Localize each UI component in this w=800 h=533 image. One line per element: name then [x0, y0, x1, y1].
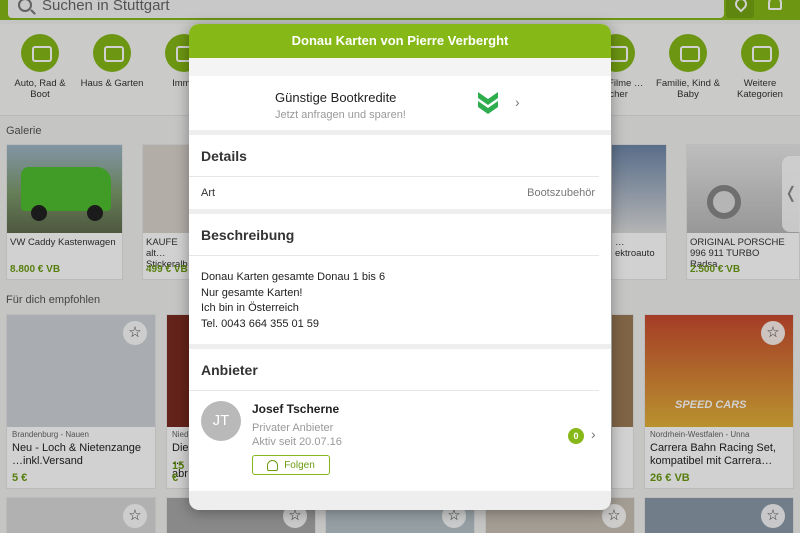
details-value: Bootszubehör [527, 187, 595, 199]
description-line: Nur gesamte Karten! [201, 286, 303, 299]
chevron-right-icon[interactable]: › [591, 426, 596, 442]
ad-count-badge: 0 [568, 428, 584, 444]
avatar: JT [201, 401, 241, 441]
description-text: Donau Karten gesamte Donau 1 bis 6 Nur g… [189, 256, 611, 344]
description-line: Donau Karten gesamte Donau 1 bis 6 [201, 271, 386, 283]
promo-subtitle: Jetzt anfragen und sparen! [275, 109, 406, 121]
details-heading: Details [189, 135, 599, 177]
description-section: Beschreibung Donau Karten gesamte Donau … [189, 214, 611, 344]
details-row: Art Bootszubehör [189, 177, 611, 209]
promo-title: Günstige Bootkredite [275, 90, 397, 105]
promo-banner[interactable]: Günstige Bootkredite Jetzt anfragen und … [189, 76, 611, 130]
details-label: Art [201, 187, 216, 199]
description-heading: Beschreibung [189, 214, 599, 256]
details-section: Details Art Bootszubehör [189, 135, 611, 209]
description-line: Tel. 0043 664 355 01 59 [201, 317, 320, 330]
seller-name: Josef Tscherne [252, 402, 340, 416]
seller-section: Anbieter JT Josef Tscherne Privater Anbi… [189, 349, 611, 491]
seller-type: Privater Anbieter [252, 422, 334, 434]
chevron-right-icon: › [515, 94, 520, 110]
seller-active-since: Aktiv seit 20.07.16 [252, 436, 342, 448]
header-spacer [189, 58, 611, 76]
listing-detail-modal: Donau Karten von Pierre Verberght Günsti… [189, 24, 611, 510]
double-chevron-logo-icon [478, 92, 498, 114]
seller-heading: Anbieter [189, 349, 599, 391]
follow-user-icon [267, 459, 279, 471]
modal-title: Donau Karten von Pierre Verberght [189, 24, 611, 58]
follow-button[interactable]: Folgen [252, 455, 330, 475]
follow-label: Folgen [284, 459, 315, 471]
description-line: Ich bin in Österreich [201, 302, 299, 314]
seller-row[interactable]: JT Josef Tscherne Privater Anbieter Akti… [189, 391, 611, 491]
